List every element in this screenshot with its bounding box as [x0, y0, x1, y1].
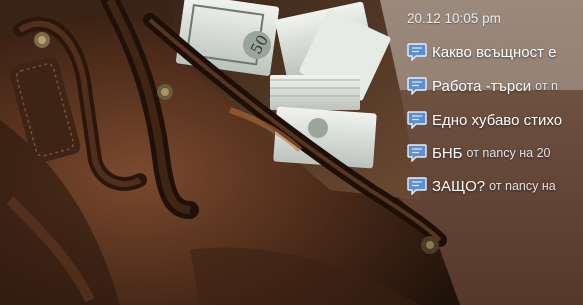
- speech-bubble-icon: [407, 111, 427, 129]
- comment-meta: от nancy на 20: [466, 146, 551, 160]
- recent-comments-feed: 20.12 10:05 pm Какво всъщност е Работа -…: [403, 0, 583, 305]
- comment-item[interactable]: ЗАЩО? от nancy на: [407, 176, 556, 196]
- comment-item[interactable]: Работа -търси от n: [407, 76, 558, 96]
- comment-item[interactable]: Едно хубаво стихо: [407, 110, 566, 130]
- comment-title-link[interactable]: БНБ: [432, 145, 463, 162]
- comment-title-link[interactable]: ЗАЩО?: [432, 178, 485, 195]
- comment-meta: от n: [535, 79, 558, 93]
- page: 50 20.12 10:05 pm Какво всъщност е Работ…: [0, 0, 583, 305]
- speech-bubble-icon: [407, 43, 427, 61]
- post-timestamp: 20.12 10:05 pm: [407, 11, 501, 26]
- speech-bubble-icon: [407, 77, 427, 95]
- comment-title-link[interactable]: Какво всъщност е: [432, 44, 556, 61]
- speech-bubble-icon: [407, 144, 427, 162]
- comment-item[interactable]: БНБ от nancy на 20: [407, 143, 550, 163]
- comment-meta: от nancy на: [489, 179, 556, 193]
- comment-title-link[interactable]: Едно хубаво стихо: [432, 112, 562, 129]
- comment-title-link[interactable]: Работа -търси: [432, 78, 531, 95]
- speech-bubble-icon: [407, 177, 427, 195]
- comment-item[interactable]: Какво всъщност е: [407, 42, 560, 62]
